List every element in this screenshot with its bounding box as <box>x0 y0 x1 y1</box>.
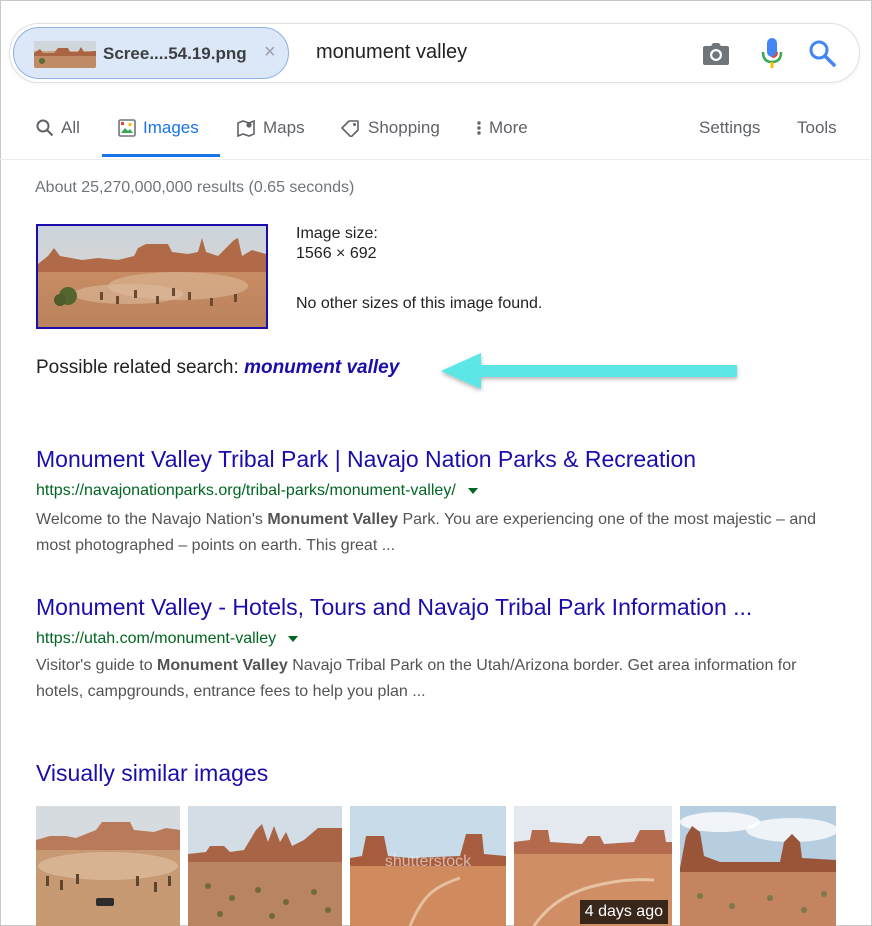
related-search: Possible related search: monument valley <box>36 357 399 379</box>
chip-close-icon[interactable]: × <box>264 42 276 62</box>
visually-similar-heading[interactable]: Visually similar images <box>36 760 268 787</box>
search-bar[interactable]: Scree....54.19.png × monument valley <box>9 23 860 83</box>
camera-icon[interactable] <box>702 40 730 66</box>
related-search-prefix: Possible related search: <box>36 357 239 378</box>
result-url-text: https://navajonationparks.org/tribal-par… <box>36 482 456 499</box>
snippet-bold: Monument Valley <box>267 511 399 528</box>
search-icon[interactable] <box>808 39 836 67</box>
related-search-link[interactable]: monument valley <box>244 357 399 378</box>
tab-more[interactable]: More <box>476 118 528 138</box>
result-url: https://utah.com/monument-valley <box>36 630 299 648</box>
tab-label: More <box>489 118 528 137</box>
url-dropdown-icon[interactable] <box>288 635 299 642</box>
result-snippet: Welcome to the Navajo Nation's Monument … <box>36 507 836 559</box>
tab-label: Maps <box>263 118 305 137</box>
result-snippet: Visitor's guide to Monument Valley Navaj… <box>36 653 836 705</box>
more-vert-icon <box>477 121 481 135</box>
search-image-chip[interactable]: Scree....54.19.png × <box>13 27 289 79</box>
similar-image-1[interactable] <box>36 806 180 926</box>
watermark-text: shutterstock <box>385 853 472 870</box>
image-age-badge: 4 days ago <box>579 900 668 924</box>
search-tabs: All Images Maps Shopping More Settings T… <box>0 112 870 160</box>
similar-image-2[interactable] <box>188 806 342 926</box>
tab-label: All <box>61 118 80 137</box>
similar-image-4[interactable]: 4 days ago <box>514 806 672 926</box>
result-stats: About 25,270,000,000 results (0.65 secon… <box>35 179 355 196</box>
map-icon <box>237 119 255 138</box>
query-image-thumbnail[interactable] <box>36 224 268 329</box>
tab-images[interactable]: Images <box>118 118 199 138</box>
microphone-icon[interactable] <box>761 37 783 69</box>
active-tab-indicator <box>102 154 220 157</box>
result-url-text: https://utah.com/monument-valley <box>36 630 277 647</box>
tools-link[interactable]: Tools <box>797 118 837 138</box>
chip-filename: Scree....54.19.png <box>103 44 247 63</box>
tag-icon <box>341 120 359 137</box>
snippet-text: Visitor's guide to <box>36 657 158 674</box>
tab-label: Shopping <box>368 118 440 137</box>
image-icon <box>118 119 136 137</box>
similar-image-5[interactable] <box>680 806 836 926</box>
image-size-value: 1566 × 692 <box>296 245 377 262</box>
settings-link[interactable]: Settings <box>699 118 760 138</box>
tab-shopping[interactable]: Shopping <box>341 118 440 138</box>
tab-label: Images <box>143 118 199 137</box>
other-sizes-note: No other sizes of this image found. <box>296 295 543 312</box>
search-input[interactable]: monument valley <box>316 41 467 64</box>
snippet-text: Welcome to the Navajo Nation's <box>36 511 268 528</box>
result-title[interactable]: Monument Valley Tribal Park | Navajo Nat… <box>36 446 696 473</box>
result-title[interactable]: Monument Valley - Hotels, Tours and Nava… <box>36 594 752 621</box>
annotation-arrow <box>441 353 737 389</box>
tab-all[interactable]: All <box>36 118 80 138</box>
tab-maps[interactable]: Maps <box>236 118 305 138</box>
chip-thumbnail <box>34 41 96 68</box>
similar-image-3[interactable]: shutterstock <box>350 806 506 926</box>
result-url: https://navajonationparks.org/tribal-par… <box>36 482 478 500</box>
image-size-label: Image size: <box>296 225 378 242</box>
search-icon <box>36 119 54 137</box>
url-dropdown-icon[interactable] <box>467 487 478 494</box>
snippet-bold: Monument Valley <box>157 657 288 674</box>
